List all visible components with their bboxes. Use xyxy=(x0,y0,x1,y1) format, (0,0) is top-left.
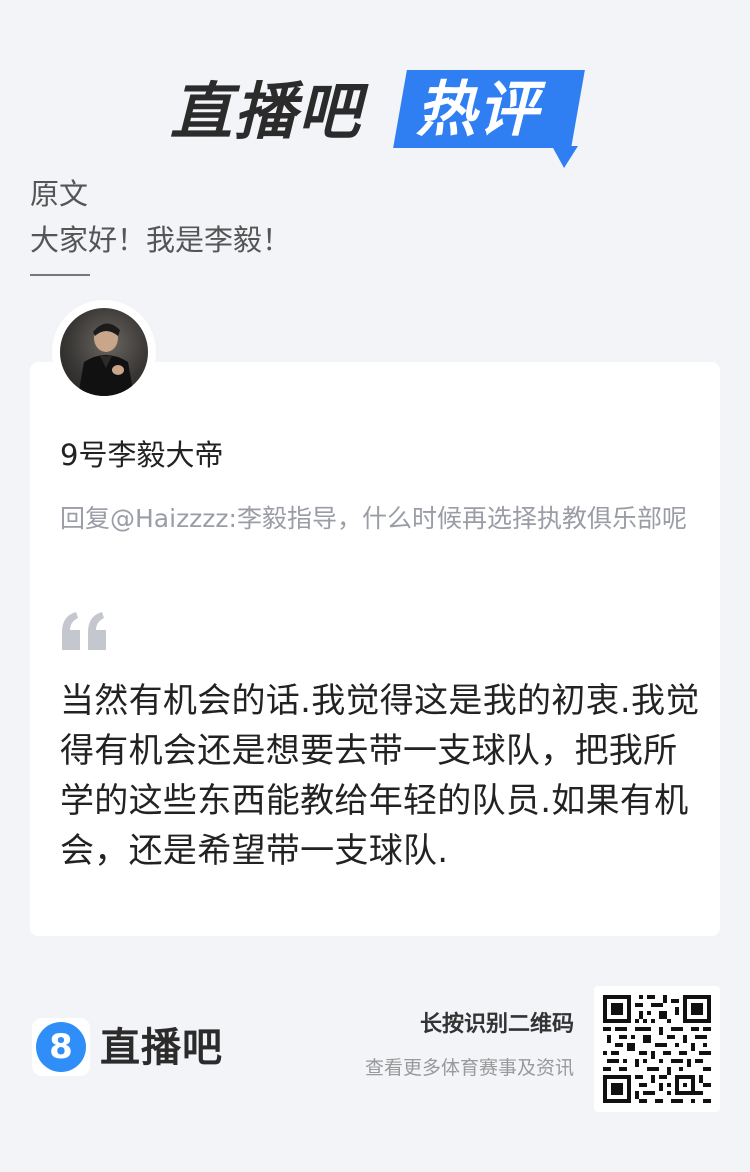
avatar[interactable] xyxy=(60,308,148,396)
brand-badge-number: 8 xyxy=(36,1022,86,1072)
divider xyxy=(30,274,90,276)
avatar-person-icon xyxy=(78,323,134,396)
reply-text: 回复@Haizzzz:李毅指导，什么时候再选择执教俱乐部呢 xyxy=(60,504,687,533)
original-text: 大家好！我是李毅！ xyxy=(30,223,292,257)
brand-badge: 8 xyxy=(32,1018,90,1076)
logo-brand-text: 直播吧 xyxy=(170,75,363,148)
original-label: 原文 xyxy=(30,177,89,211)
quote-icon xyxy=(62,612,106,650)
qr-subtitle: 查看更多体育赛事及资讯 xyxy=(364,1057,574,1079)
comment-body: 当然有机会的话.我觉得这是我的初衷.我觉得有机会还是想要去带一支球队，把我所学的… xyxy=(60,681,700,871)
app-logo: 直播吧 热评 xyxy=(170,66,585,170)
footer-brand-name: 直播吧 xyxy=(100,1025,223,1071)
qr-code[interactable] xyxy=(594,986,720,1112)
qr-title: 长按识别二维码 xyxy=(419,1012,574,1037)
logo-highlight-text: 热评 xyxy=(416,75,540,145)
qr-code-icon xyxy=(603,995,711,1103)
logo-speech-tail xyxy=(548,146,578,168)
comment-username[interactable]: 9号李毅大帝 xyxy=(60,436,223,474)
